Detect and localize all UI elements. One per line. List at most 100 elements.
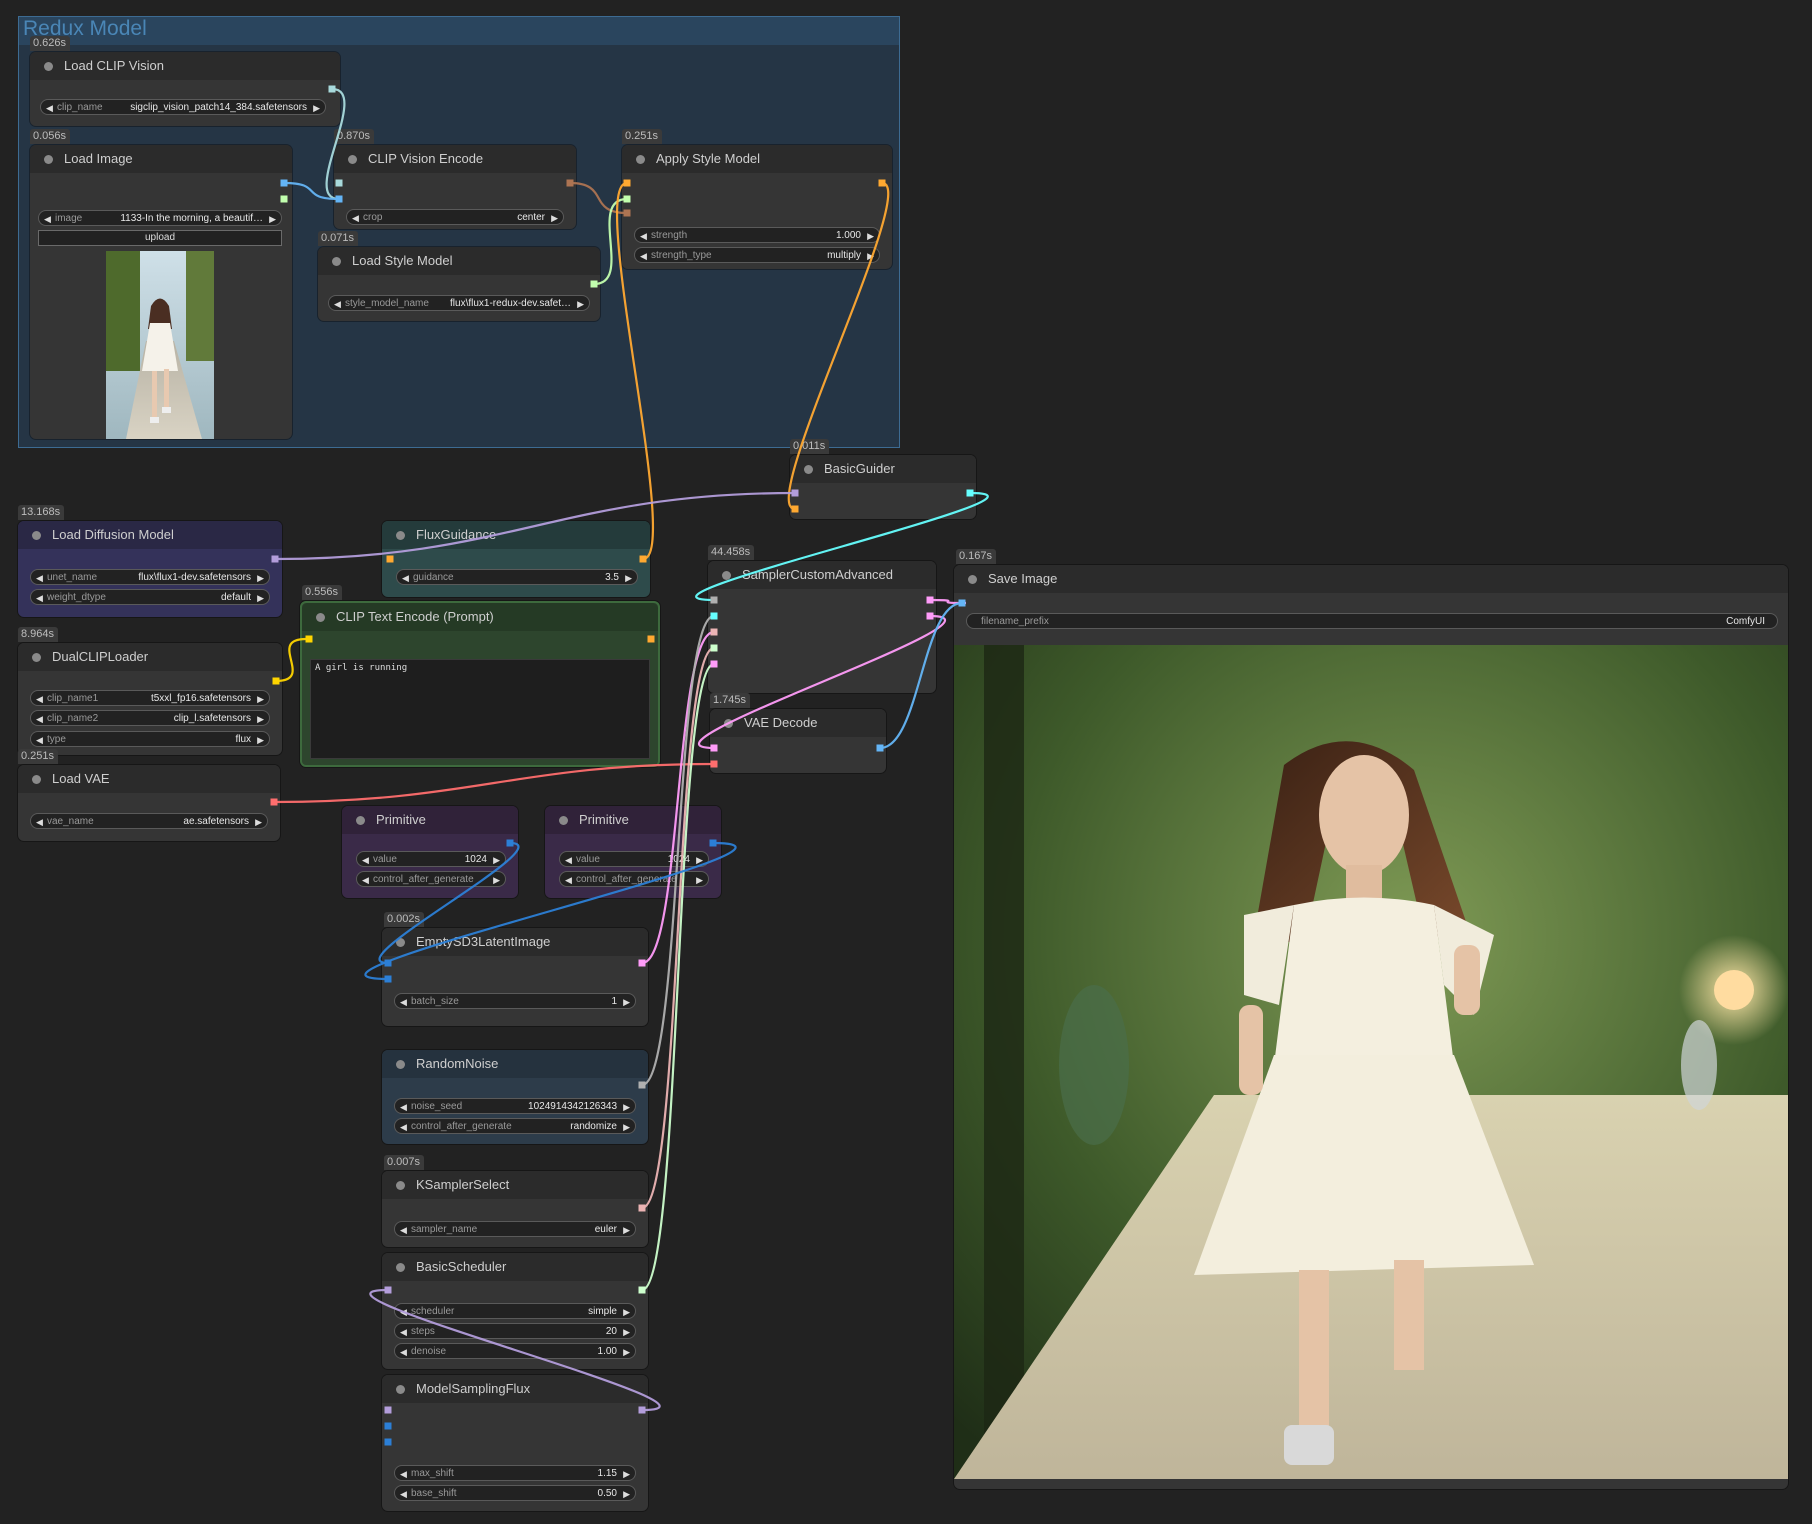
arrow-left-icon[interactable]: ◀ (362, 872, 369, 888)
node-title-bar[interactable]: EmptySD3LatentImage (382, 928, 648, 956)
arrow-left-icon[interactable]: ◀ (334, 296, 341, 312)
node-title-bar[interactable]: CLIP Text Encode (Prompt) (302, 603, 658, 631)
arrow-left-icon[interactable]: ◀ (400, 1324, 407, 1340)
arrow-left-icon[interactable]: ◀ (46, 100, 53, 116)
arrow-left-icon[interactable]: ◀ (640, 248, 647, 264)
node-title-bar[interactable]: Load Style Model (318, 247, 600, 275)
node-clip-vision-encode[interactable]: CLIP Vision Encode ◀ crop center ▶ (334, 145, 576, 229)
collapse-dot-icon[interactable] (396, 1060, 405, 1069)
widget-weight-dtype[interactable]: ◀ weight_dtype default ▶ (30, 589, 270, 605)
collapse-dot-icon[interactable] (396, 1385, 405, 1394)
collapse-dot-icon[interactable] (32, 531, 41, 540)
widget-control-after-generate[interactable]: ◀ control_after_generate randomize ▶ (394, 1118, 636, 1134)
widget-crop[interactable]: ◀ crop center ▶ (346, 209, 564, 225)
node-title-bar[interactable]: Load Image (30, 145, 292, 173)
arrow-left-icon[interactable]: ◀ (36, 691, 43, 707)
arrow-left-icon[interactable]: ◀ (36, 711, 43, 727)
widget-base-shift[interactable]: ◀ base_shift 0.50 ▶ (394, 1485, 636, 1501)
arrow-right-icon[interactable]: ▶ (255, 814, 262, 830)
widget-clip-name[interactable]: ◀ clip_name sigclip_vision_patch14_384.saf… (40, 99, 326, 115)
widget-value[interactable]: ◀ value 1024 ▶ (559, 851, 709, 867)
arrow-right-icon[interactable]: ▶ (623, 1222, 630, 1238)
arrow-right-icon[interactable]: ▶ (493, 852, 500, 868)
arrow-right-icon[interactable]: ▶ (623, 1466, 630, 1482)
arrow-right-icon[interactable]: ▶ (623, 1486, 630, 1502)
arrow-right-icon[interactable]: ▶ (625, 570, 632, 586)
node-title-bar[interactable]: BasicScheduler (382, 1253, 648, 1281)
arrow-right-icon[interactable]: ▶ (623, 1099, 630, 1115)
arrow-left-icon[interactable]: ◀ (352, 210, 359, 226)
node-title-bar[interactable]: KSamplerSelect (382, 1171, 648, 1199)
collapse-dot-icon[interactable] (724, 719, 733, 728)
node-title-bar[interactable]: Primitive (545, 806, 721, 834)
node-title-bar[interactable]: BasicGuider (790, 455, 976, 483)
collapse-dot-icon[interactable] (396, 531, 405, 540)
arrow-left-icon[interactable]: ◀ (400, 1304, 407, 1320)
arrow-left-icon[interactable]: ◀ (640, 228, 647, 244)
arrow-right-icon[interactable]: ▶ (257, 590, 264, 606)
node-title-bar[interactable]: SamplerCustomAdvanced (708, 561, 936, 589)
node-load-diffusion-model[interactable]: Load Diffusion Model ◀ unet_name flux\flux… (18, 521, 282, 617)
node-load-vae[interactable]: Load VAE ◀ vae_name ae.safetensors ▶ (18, 765, 280, 841)
collapse-dot-icon[interactable] (44, 62, 53, 71)
widget-strength-type[interactable]: ◀ strength_type multiply ▶ (634, 247, 880, 263)
node-load-style-model[interactable]: Load Style Model ◀ style_model_name flux\f… (318, 247, 600, 321)
arrow-left-icon[interactable]: ◀ (36, 814, 43, 830)
collapse-dot-icon[interactable] (396, 1181, 405, 1190)
node-load-image[interactable]: Load Image ◀ image 1133-In the morning, a … (30, 145, 292, 439)
node-empty-sd3-latent-image[interactable]: EmptySD3LatentImage ◀ batch_size 1 ▶ (382, 928, 648, 1026)
node-dual-clip-loader[interactable]: DualCLIPLoader ◀ clip_name1 t5xxl_fp16.saf… (18, 643, 282, 755)
node-title-bar[interactable]: Load Diffusion Model (18, 521, 282, 549)
collapse-dot-icon[interactable] (356, 816, 365, 825)
arrow-right-icon[interactable]: ▶ (257, 691, 264, 707)
widget-sampler-name[interactable]: ◀ sampler_name euler ▶ (394, 1221, 636, 1237)
collapse-dot-icon[interactable] (32, 653, 41, 662)
node-primitive-width[interactable]: Primitive ◀ value 1024 ▶ ◀ control_after_gen… (342, 806, 518, 898)
widget-filename-prefix[interactable]: filename_prefix ComfyUI (966, 613, 1778, 629)
collapse-dot-icon[interactable] (722, 571, 731, 580)
widget-max-shift[interactable]: ◀ max_shift 1.15 ▶ (394, 1465, 636, 1481)
node-load-clip-vision[interactable]: Load CLIP Vision ◀ clip_name sigclip_visio… (30, 52, 340, 126)
collapse-dot-icon[interactable] (44, 155, 53, 164)
arrow-left-icon[interactable]: ◀ (400, 1119, 407, 1135)
widget-guidance[interactable]: ◀ guidance 3.5 ▶ (396, 569, 638, 585)
node-title-bar[interactable]: Load CLIP Vision (30, 52, 340, 80)
collapse-dot-icon[interactable] (804, 465, 813, 474)
arrow-left-icon[interactable]: ◀ (36, 570, 43, 586)
node-clip-text-encode[interactable]: CLIP Text Encode (Prompt) A girl is runn… (300, 601, 660, 767)
widget-denoise[interactable]: ◀ denoise 1.00 ▶ (394, 1343, 636, 1359)
widget-steps[interactable]: ◀ steps 20 ▶ (394, 1323, 636, 1339)
arrow-right-icon[interactable]: ▶ (257, 732, 264, 748)
collapse-dot-icon[interactable] (396, 938, 405, 947)
arrow-right-icon[interactable]: ▶ (551, 210, 558, 226)
widget-strength[interactable]: ◀ strength 1.000 ▶ (634, 227, 880, 243)
node-vae-decode[interactable]: VAE Decode (710, 709, 886, 773)
node-title-bar[interactable]: Save Image (954, 565, 1788, 593)
node-title-bar[interactable]: RandomNoise (382, 1050, 648, 1078)
widget-value[interactable]: ◀ value 1024 ▶ (356, 851, 506, 867)
collapse-dot-icon[interactable] (332, 257, 341, 266)
node-basic-scheduler[interactable]: BasicScheduler ◀ scheduler simple ▶ ◀ steps 2… (382, 1253, 648, 1369)
node-title-bar[interactable]: Apply Style Model (622, 145, 892, 173)
arrow-left-icon[interactable]: ◀ (400, 1466, 407, 1482)
arrow-right-icon[interactable]: ▶ (577, 296, 584, 312)
arrow-right-icon[interactable]: ▶ (269, 211, 276, 227)
group-title-bar[interactable] (19, 17, 899, 45)
node-apply-style-model[interactable]: Apply Style Model ◀ strength 1.000 ▶ ◀ stren… (622, 145, 892, 269)
arrow-right-icon[interactable]: ▶ (696, 852, 703, 868)
widget-clip-name1[interactable]: ◀ clip_name1 t5xxl_fp16.safetensors ▶ (30, 690, 270, 706)
node-title-bar[interactable]: ModelSamplingFlux (382, 1375, 648, 1403)
node-ksampler-select[interactable]: KSamplerSelect ◀ sampler_name euler ▶ (382, 1171, 648, 1247)
arrow-left-icon[interactable]: ◀ (565, 852, 572, 868)
widget-scheduler[interactable]: ◀ scheduler simple ▶ (394, 1303, 636, 1319)
node-primitive-height[interactable]: Primitive ◀ value 1024 ▶ ◀ control_after_gen… (545, 806, 721, 898)
collapse-dot-icon[interactable] (559, 816, 568, 825)
arrow-left-icon[interactable]: ◀ (565, 872, 572, 888)
arrow-left-icon[interactable]: ◀ (44, 211, 51, 227)
arrow-left-icon[interactable]: ◀ (400, 1344, 407, 1360)
node-save-image[interactable]: Save Image filename_prefix ComfyUI (954, 565, 1788, 1489)
arrow-left-icon[interactable]: ◀ (400, 1099, 407, 1115)
arrow-left-icon[interactable]: ◀ (36, 590, 43, 606)
widget-vae-name[interactable]: ◀ vae_name ae.safetensors ▶ (30, 813, 268, 829)
arrow-left-icon[interactable]: ◀ (400, 1486, 407, 1502)
